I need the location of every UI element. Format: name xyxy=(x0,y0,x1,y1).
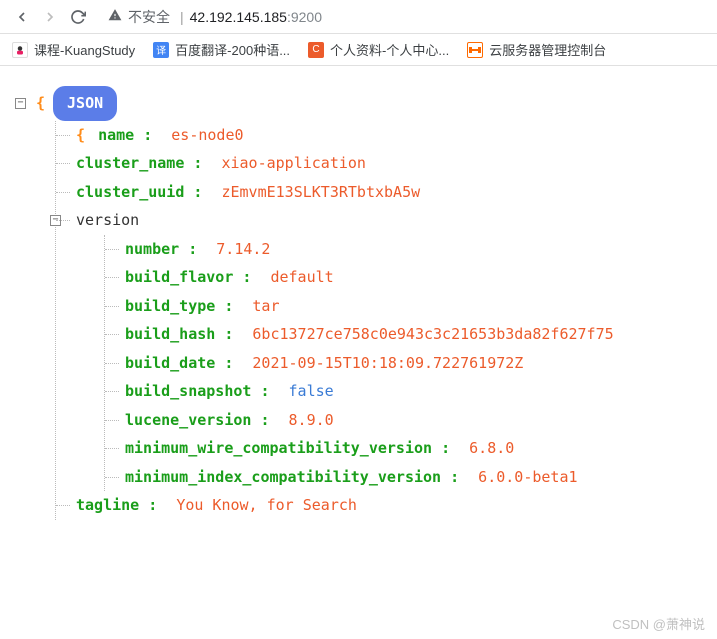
json-key: build_hash xyxy=(125,325,215,343)
json-field-min-index: minimum_index_compatibility_version : 6.… xyxy=(105,463,702,492)
warning-icon xyxy=(108,8,122,25)
json-field-build-hash: build_hash : 6bc13727ce758c0e943c3c21653… xyxy=(105,320,702,349)
json-root-row: − { JSON xyxy=(15,86,702,121)
json-key: version xyxy=(76,206,139,235)
json-value: default xyxy=(270,268,333,286)
json-value: 6.8.0 xyxy=(469,439,514,457)
json-key: cluster_name xyxy=(76,154,184,172)
bookmark-label: 个人资料-个人中心... xyxy=(330,40,449,59)
json-field-name: { name : es-node0 xyxy=(56,121,702,150)
json-key: tagline xyxy=(76,496,139,514)
address-divider: | xyxy=(180,9,184,25)
url-host: 42.192.145.185 xyxy=(190,9,287,25)
json-key: build_flavor xyxy=(125,268,233,286)
favicon-baidu: 译 xyxy=(153,42,169,58)
json-key: lucene_version xyxy=(125,411,251,429)
json-value: You Know, for Search xyxy=(176,496,357,514)
bookmark-label: 课程-KuangStudy xyxy=(34,40,135,59)
json-field-cluster-name: cluster_name : xiao-application xyxy=(56,149,702,178)
address-bar[interactable]: 不安全 | 42.192.145.185:9200 xyxy=(100,3,709,31)
json-field-build-snapshot: build_snapshot : false xyxy=(105,377,702,406)
json-viewer: − { JSON { name : es-node0 cluster_name … xyxy=(0,66,717,540)
collapse-toggle[interactable]: − xyxy=(50,215,61,226)
watermark: CSDN @萧神说 xyxy=(612,614,705,633)
json-field-build-flavor: build_flavor : default xyxy=(105,263,702,292)
json-field-build-date: build_date : 2021-09-15T10:18:09.7227619… xyxy=(105,349,702,378)
bookmark-aliyun[interactable]: 云服务器管理控制台 xyxy=(467,40,606,59)
json-value: 6bc13727ce758c0e943c3c21653b3da82f627f75 xyxy=(252,325,613,343)
bookmark-kuangstudy[interactable]: 课程-KuangStudy xyxy=(12,40,135,59)
json-field-number: number : 7.14.2 xyxy=(105,235,702,264)
json-field-lucene-version: lucene_version : 8.9.0 xyxy=(105,406,702,435)
json-value: xiao-application xyxy=(221,154,366,172)
json-value: zEmvmE13SLKT3RTbtxbA5w xyxy=(221,183,420,201)
json-children: { name : es-node0 cluster_name : xiao-ap… xyxy=(55,121,702,520)
url-port: :9200 xyxy=(287,9,322,25)
json-key: build_type xyxy=(125,297,215,315)
json-key: number xyxy=(125,240,179,258)
json-field-version: − version xyxy=(56,206,702,235)
open-brace-icon: { xyxy=(36,89,45,118)
json-value: tar xyxy=(252,297,279,315)
bookmark-label: 云服务器管理控制台 xyxy=(489,40,606,59)
json-field-cluster-uuid: cluster_uuid : zEmvmE13SLKT3RTbtxbA5w xyxy=(56,178,702,207)
reload-button[interactable] xyxy=(64,3,92,31)
back-button[interactable] xyxy=(8,3,36,31)
bookmark-baidu[interactable]: 译 百度翻译-200种语... xyxy=(153,40,290,59)
json-value: es-node0 xyxy=(171,126,243,144)
json-badge: JSON xyxy=(53,86,117,121)
bookmark-label: 百度翻译-200种语... xyxy=(175,40,290,59)
collapse-toggle[interactable]: − xyxy=(15,98,26,109)
json-key: build_snapshot xyxy=(125,382,251,400)
json-version-children: number : 7.14.2 build_flavor : default b… xyxy=(104,235,702,492)
json-value: 7.14.2 xyxy=(216,240,270,258)
json-field-tagline: tagline : You Know, for Search xyxy=(56,491,702,520)
bookmark-csdn[interactable]: C 个人资料-个人中心... xyxy=(308,40,449,59)
favicon-kuangstudy xyxy=(12,42,28,58)
json-value: 2021-09-15T10:18:09.722761972Z xyxy=(252,354,523,372)
json-value: 6.0.0-beta1 xyxy=(478,468,577,486)
forward-button[interactable] xyxy=(36,3,64,31)
json-value: 8.9.0 xyxy=(289,411,334,429)
json-key: name xyxy=(98,126,134,144)
json-key: minimum_wire_compatibility_version xyxy=(125,439,432,457)
json-field-min-wire: minimum_wire_compatibility_version : 6.8… xyxy=(105,434,702,463)
browser-nav-bar: 不安全 | 42.192.145.185:9200 xyxy=(0,0,717,34)
favicon-aliyun xyxy=(467,42,483,58)
json-field-build-type: build_type : tar xyxy=(105,292,702,321)
json-value: false xyxy=(289,382,334,400)
json-key: minimum_index_compatibility_version xyxy=(125,468,441,486)
json-key: build_date xyxy=(125,354,215,372)
open-brace-icon: { xyxy=(76,126,85,144)
favicon-csdn: C xyxy=(308,42,324,58)
json-key: cluster_uuid xyxy=(76,183,184,201)
insecure-label: 不安全 xyxy=(128,7,170,27)
bookmarks-bar: 课程-KuangStudy 译 百度翻译-200种语... C 个人资料-个人中… xyxy=(0,34,717,66)
